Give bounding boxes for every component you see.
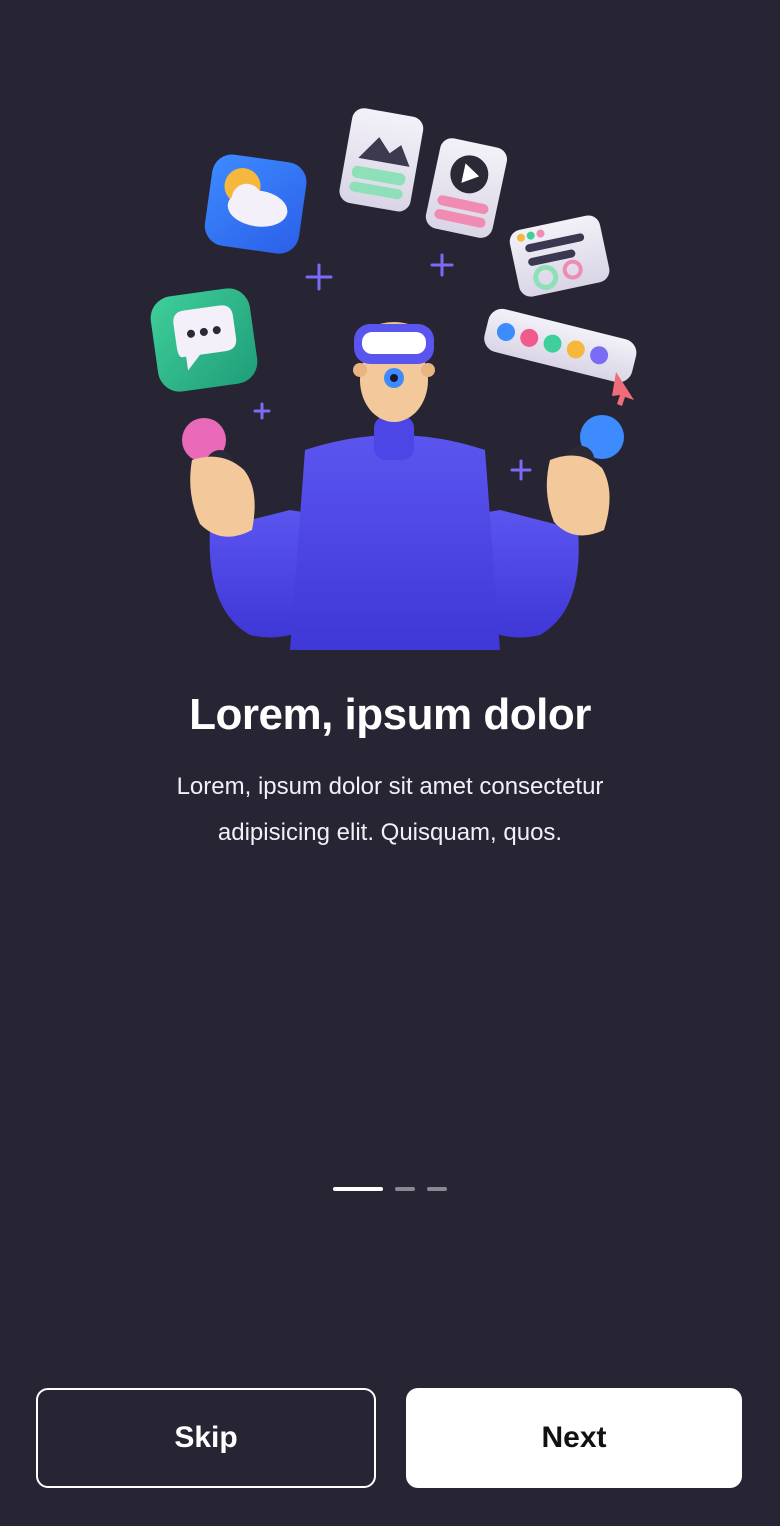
onboarding-illustration <box>130 100 650 660</box>
color-palette-icon <box>484 308 637 383</box>
chat-icon <box>150 288 258 392</box>
description-line-2: adipisicing elit. Quisquam, quos. <box>217 819 563 846</box>
vr-headset-icon <box>354 324 434 364</box>
video-card-icon <box>425 138 508 238</box>
next-button[interactable]: Next <box>406 1388 742 1488</box>
page-dot[interactable] <box>427 1187 447 1191</box>
page-dot-active[interactable] <box>333 1187 383 1191</box>
ui-panel-icon <box>509 215 610 297</box>
skip-button[interactable]: Skip <box>36 1388 376 1488</box>
page-title: Lorem, ipsum dolor <box>189 690 591 739</box>
description-line-1: Lorem, ipsum dolor sit amet consectetur <box>176 773 604 800</box>
page-dot[interactable] <box>395 1187 415 1191</box>
image-card-icon <box>339 108 424 212</box>
page-indicator <box>0 1187 780 1193</box>
weather-icon <box>204 154 307 254</box>
page-description: Lorem, ipsum dolor sit amet consectetur … <box>120 764 660 856</box>
